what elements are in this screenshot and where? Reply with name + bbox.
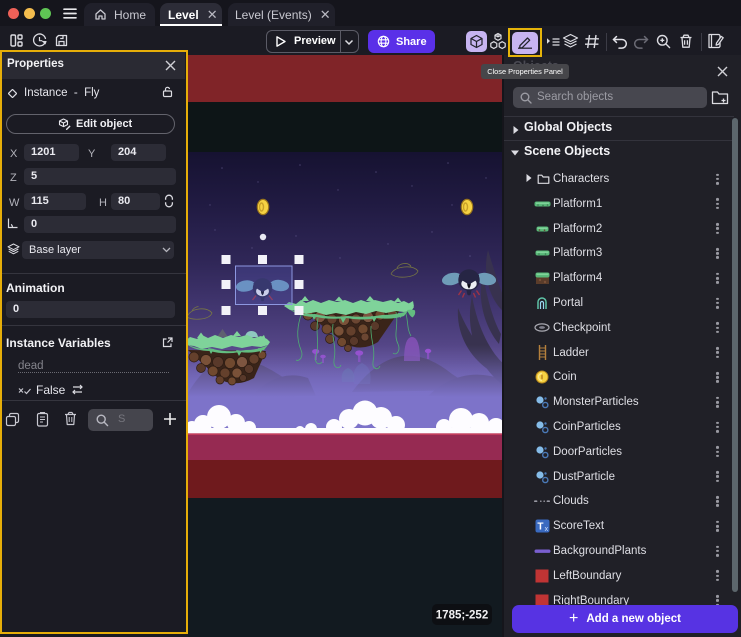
svg-text:T: T <box>537 522 543 533</box>
svg-text:x: x <box>544 526 548 533</box>
svg-text:1785;-252: 1785;-252 <box>436 610 488 622</box>
